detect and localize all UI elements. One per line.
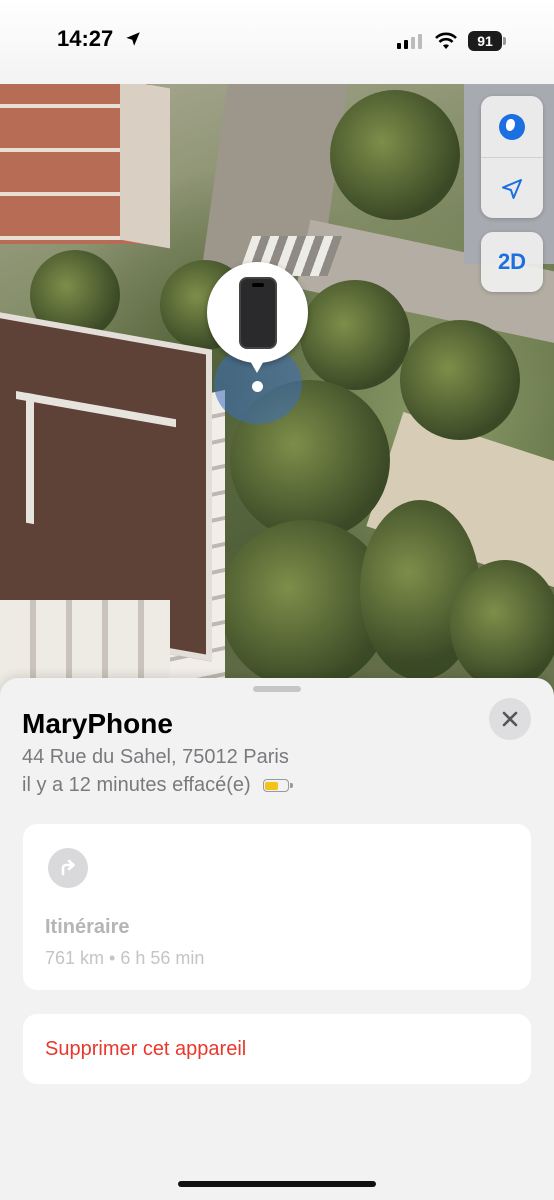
tree [300,280,410,390]
iphone-icon [238,276,277,349]
tree [450,560,554,690]
remove-device-label: Supprimer cet appareil [45,1037,247,1060]
directions-title: Itinéraire [45,916,130,938]
device-pin[interactable] [207,262,308,373]
tree [400,320,520,440]
directions-card[interactable]: Itinéraire 761 km • 6 h 56 min [23,824,531,990]
directions-subtitle: 761 km • 6 h 56 min [45,948,205,968]
status-bar: 14:27 91 [0,0,554,84]
close-icon [502,711,518,727]
view-mode-button[interactable]: 2D [481,232,543,292]
battery-percent: 91 [477,33,493,49]
map-view[interactable]: 2D [0,0,554,700]
home-indicator[interactable] [178,1181,376,1187]
tree [330,90,460,220]
wifi-icon [435,32,457,49]
last-seen-text: il y a 12 minutes effacé(e) [22,774,251,796]
map-controls [481,96,543,218]
map-style-button[interactable] [481,96,543,157]
battery-level-icon [262,779,293,792]
close-button[interactable] [489,698,531,740]
status-time: 14:27 [57,26,114,51]
device-status: il y a 12 minutes effacé(e) [22,774,293,797]
remove-device-button[interactable]: Supprimer cet appareil [23,1014,531,1084]
building [0,79,170,249]
device-address: 44 Rue du Sahel, 75012 Paris [22,746,289,768]
sheet-grabber[interactable] [253,686,301,692]
device-detail-sheet: MaryPhone 44 Rue du Sahel, 75012 Paris i… [0,678,554,1200]
cellular-signal-icon [397,34,422,49]
globe-icon [499,113,525,140]
location-arrow-icon [502,178,522,199]
location-services-icon [126,32,140,46]
turn-right-arrow-icon [48,848,88,888]
location-dot [252,381,263,392]
battery-icon: 91 [468,31,506,51]
locate-button[interactable] [481,157,543,219]
device-name: MaryPhone [22,708,173,739]
